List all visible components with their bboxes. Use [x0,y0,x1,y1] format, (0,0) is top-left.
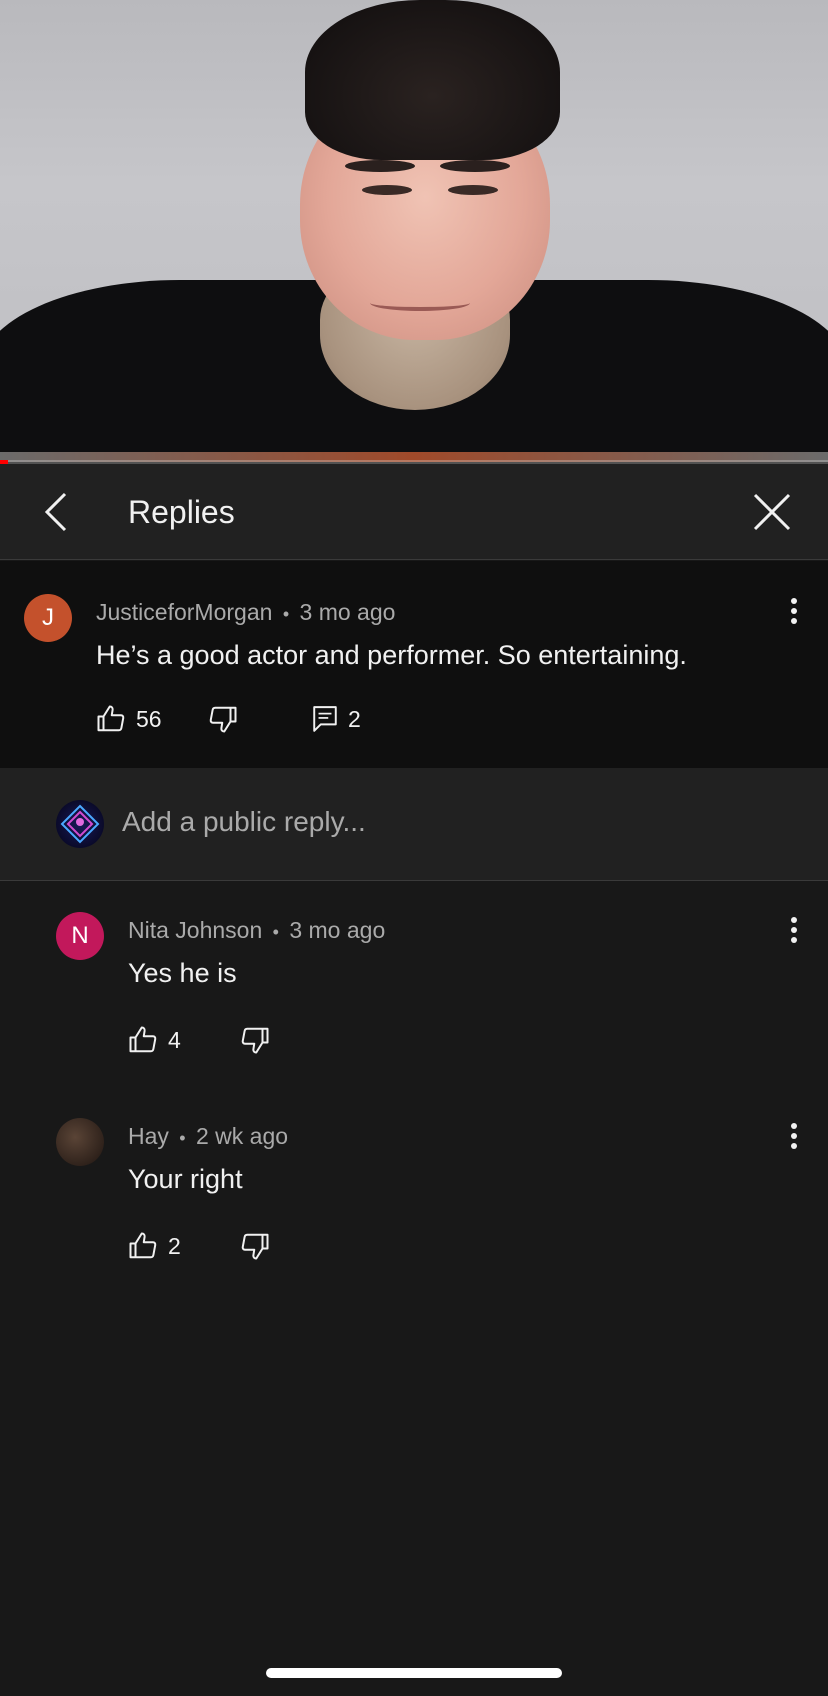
comment-time: 3 mo ago [299,599,396,625]
video-eye-right [448,185,498,195]
comment-author[interactable]: Nita Johnson [128,917,262,943]
like-button[interactable]: 2 [128,1226,181,1266]
video-brow-right [440,160,510,172]
comment-time: 2 wk ago [196,1123,289,1149]
replies-list: N Nita Johnson • 3 mo ago Yes he is 4 Ha… [0,882,828,1696]
chevron-left-icon [44,492,67,532]
like-count: 56 [136,705,162,732]
comment-text: Your right [128,1164,243,1194]
like-count: 4 [168,1026,181,1053]
thumb-up-icon [97,705,125,732]
video-eye-left [362,185,412,195]
user-avatar-art-icon [60,804,100,844]
replies-header: Replies [0,464,828,560]
parent-comment: J JusticeforMorgan • 3 mo ago He’s a goo… [0,561,828,768]
reply-count: 2 [348,705,361,732]
comment-menu-button[interactable] [774,1116,814,1156]
meta-separator: • [272,922,279,942]
avatar[interactable]: J [24,594,72,642]
comment-menu-button[interactable] [774,591,814,631]
home-indicator[interactable] [266,1668,562,1678]
thumb-down-icon [209,706,237,733]
like-count: 2 [168,1232,181,1259]
thumb-up-icon [129,1026,157,1053]
like-button[interactable]: 56 [96,699,162,739]
video-mouth [370,295,470,311]
comment-meta: Nita Johnson • 3 mo ago [128,917,385,944]
more-vert-icon [791,1123,797,1149]
more-vert-icon [791,917,797,943]
dislike-button[interactable] [240,1226,270,1266]
current-user-avatar [56,800,104,848]
comment-author[interactable]: JusticeforMorgan [96,599,272,625]
back-button[interactable] [30,486,82,538]
page-title: Replies [128,494,235,530]
close-button[interactable] [746,486,798,538]
avatar[interactable]: N [56,912,104,960]
reply-composer [0,768,828,881]
thumb-down-icon [241,1027,269,1054]
thumb-down-icon [241,1233,269,1260]
thumb-up-icon [129,1232,157,1259]
like-button[interactable]: 4 [128,1020,181,1060]
comment-icon [313,706,337,732]
more-vert-icon [791,598,797,624]
avatar-letter: N [71,922,89,949]
video-hair [305,0,560,160]
comment-author[interactable]: Hay [128,1123,169,1149]
comment-meta: Hay • 2 wk ago [128,1123,288,1150]
close-icon [753,493,791,531]
dislike-button[interactable] [240,1020,270,1060]
meta-separator: • [179,1128,186,1148]
avatar-letter: J [42,604,54,631]
video-brow-left [345,160,415,172]
comment-text: Yes he is [128,958,237,988]
comment-menu-button[interactable] [774,910,814,950]
comment-time: 3 mo ago [289,917,386,943]
video-player[interactable] [0,0,828,462]
dislike-button[interactable] [208,699,238,739]
reply-count-button[interactable]: 2 [312,699,361,739]
comment-text: He’s a good actor and performer. So ente… [96,640,687,670]
comment-meta: JusticeforMorgan • 3 mo ago [96,599,395,626]
meta-separator: • [282,604,290,624]
reply-input[interactable] [122,796,782,848]
avatar[interactable] [56,1118,104,1166]
